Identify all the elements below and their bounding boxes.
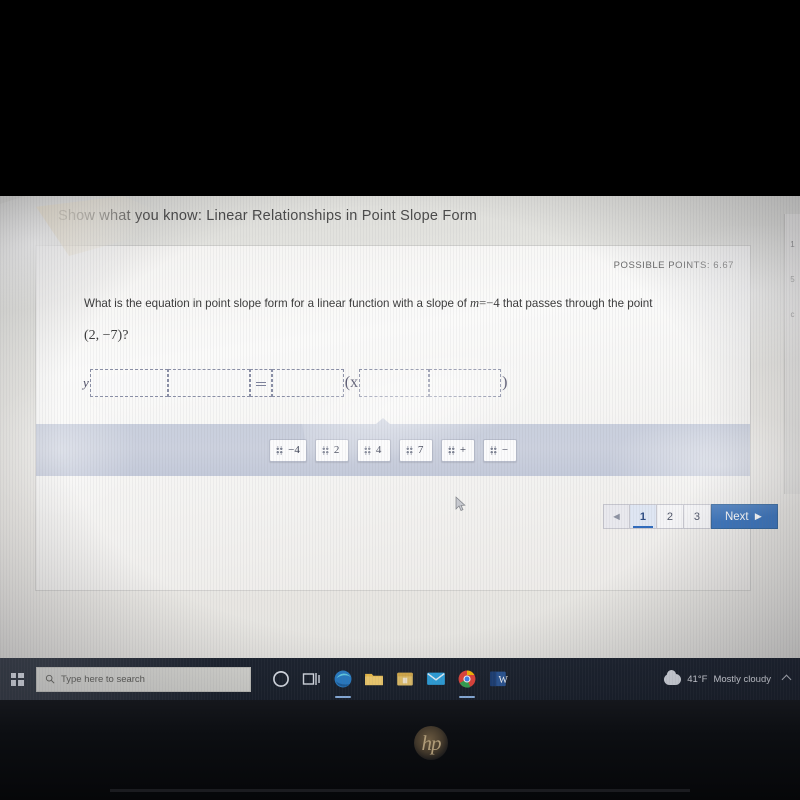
possible-points-label: POSSIBLE POINTS: 6.67 bbox=[613, 260, 734, 271]
chevron-right-icon: ► bbox=[752, 510, 764, 523]
hp-brand-logo: hp bbox=[414, 726, 448, 760]
tile-minus[interactable]: − bbox=[482, 438, 517, 462]
equals-sign-icon bbox=[255, 382, 266, 386]
cortana-icon[interactable] bbox=[271, 669, 291, 689]
tile-7[interactable]: 7 bbox=[398, 438, 433, 462]
windows-logo-icon bbox=[10, 672, 24, 686]
store-icon[interactable] bbox=[395, 669, 415, 689]
system-tray: 41°F Mostly cloudy bbox=[664, 669, 800, 685]
rail-mark-1: 1 bbox=[790, 240, 795, 249]
edge-icon[interactable] bbox=[333, 669, 353, 698]
svg-text:W: W bbox=[499, 675, 508, 686]
weather-widget[interactable]: 41°F Mostly cloudy bbox=[664, 669, 771, 685]
task-view-icon[interactable] bbox=[302, 669, 322, 689]
drag-handle-icon[interactable] bbox=[447, 445, 455, 455]
windows-taskbar: Type here to search W 41°F Mostly cloudy bbox=[0, 658, 800, 700]
tile-plus[interactable]: + bbox=[440, 438, 475, 462]
pagination-page-1[interactable]: 1 bbox=[629, 504, 657, 529]
answer-tile-tray: −4 2 4 7 + − bbox=[36, 418, 750, 476]
search-placeholder-text: Type here to search bbox=[61, 673, 145, 685]
question-card: POSSIBLE POINTS: 6.67 What is the equati… bbox=[36, 246, 778, 590]
drag-handle-icon[interactable] bbox=[489, 445, 497, 455]
drag-handle-icon[interactable] bbox=[321, 445, 329, 455]
weather-temperature: 41°F bbox=[687, 673, 708, 685]
pagination-page-3[interactable]: 3 bbox=[683, 504, 711, 529]
mail-icon[interactable] bbox=[426, 669, 446, 689]
tile-label: 7 bbox=[417, 444, 424, 456]
pagination: ◄ 1 2 3 Next ► bbox=[602, 504, 778, 529]
rail-mark-3: c bbox=[790, 310, 795, 319]
laptop-bezel-top bbox=[0, 0, 800, 196]
laptop-bezel-bottom bbox=[0, 700, 800, 800]
tile-label: − bbox=[501, 444, 509, 456]
tile-label: −4 bbox=[288, 444, 300, 456]
cloud-icon bbox=[664, 669, 682, 685]
slope-value: −4 bbox=[486, 296, 500, 310]
drag-handle-icon[interactable] bbox=[405, 445, 413, 455]
drag-handle-icon[interactable] bbox=[276, 445, 284, 455]
question-text-part-1: What is the equation in point slope form… bbox=[84, 297, 471, 310]
rail-mark-2: 5 bbox=[790, 275, 795, 284]
taskbar-icons: W bbox=[271, 669, 508, 698]
laptop-screen: Show what you know: Linear Relationships… bbox=[0, 196, 800, 700]
tile-4[interactable]: 4 bbox=[356, 438, 391, 462]
expression-y-literal: y bbox=[83, 375, 89, 390]
tile-label: + bbox=[459, 444, 467, 456]
tile-2[interactable]: 2 bbox=[314, 438, 349, 462]
expression-close-paren: ) bbox=[502, 374, 508, 391]
page-title: Show what you know: Linear Relationships… bbox=[58, 208, 478, 224]
mouse-cursor bbox=[455, 496, 466, 511]
chevron-up-icon[interactable] bbox=[781, 674, 792, 684]
question-text: What is the equation in point slope form… bbox=[84, 294, 734, 313]
pagination-page-2[interactable]: 2 bbox=[656, 504, 684, 529]
drag-handle-icon[interactable] bbox=[363, 445, 371, 455]
drop-slot-1[interactable] bbox=[89, 369, 168, 397]
drop-slot-3[interactable] bbox=[271, 369, 344, 397]
search-icon bbox=[45, 674, 55, 684]
chrome-icon[interactable] bbox=[457, 669, 477, 698]
word-icon[interactable]: W bbox=[488, 669, 508, 689]
drop-slot-5[interactable] bbox=[429, 369, 502, 397]
tile-label: 4 bbox=[375, 444, 382, 456]
photo-of-laptop-screen: Show what you know: Linear Relationships… bbox=[0, 0, 800, 800]
answer-expression-builder: y (x ) bbox=[82, 368, 508, 398]
tile-negative-4[interactable]: −4 bbox=[269, 438, 307, 462]
drop-slot-2[interactable] bbox=[167, 369, 250, 397]
next-button[interactable]: Next ► bbox=[710, 504, 778, 529]
next-button-label: Next bbox=[724, 510, 749, 523]
expression-open-paren-x: (x bbox=[344, 374, 359, 391]
right-side-rail: 1 5 c bbox=[784, 214, 800, 494]
weather-description: Mostly cloudy bbox=[713, 673, 771, 685]
laptop-hinge bbox=[110, 789, 690, 792]
pagination-prev-button[interactable]: ◄ bbox=[602, 504, 630, 529]
start-button[interactable] bbox=[0, 658, 34, 700]
slope-variable: m bbox=[470, 296, 480, 310]
equals-sign-slot bbox=[249, 369, 272, 397]
question-text-part-2: that passes through the point bbox=[499, 297, 653, 310]
drop-slot-4[interactable] bbox=[359, 369, 430, 397]
tile-label: 2 bbox=[333, 444, 340, 456]
file-explorer-icon[interactable] bbox=[364, 669, 384, 689]
question-point: (2, −7)? bbox=[84, 328, 129, 343]
search-input[interactable]: Type here to search bbox=[36, 666, 251, 692]
